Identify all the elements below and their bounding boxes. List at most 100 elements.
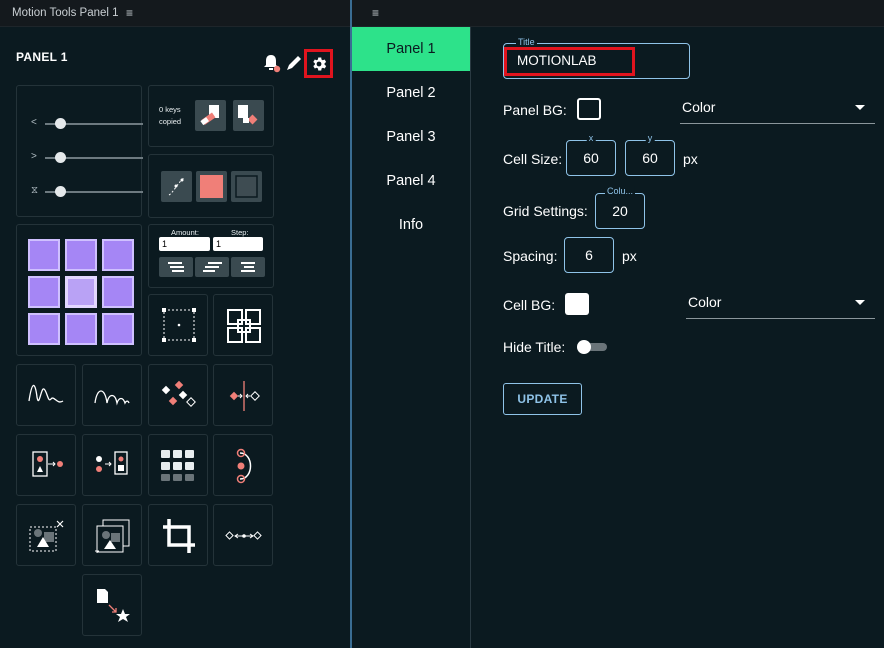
panel-title: PANEL 1 bbox=[16, 50, 68, 64]
cell-bg-select[interactable]: Color bbox=[686, 291, 875, 319]
title-input-value[interactable]: MOTIONLAB bbox=[517, 53, 597, 68]
cell-bg-select-value: Color bbox=[688, 294, 722, 310]
distribute-icon bbox=[225, 531, 262, 540]
nav-item-panel-4[interactable]: Panel 4 bbox=[352, 159, 470, 203]
slider-knob[interactable] bbox=[55, 152, 66, 163]
orbit-icon bbox=[236, 448, 252, 484]
grid-columns-input[interactable]: Colu... 20 bbox=[595, 186, 645, 229]
panel-bg-select[interactable]: Color bbox=[680, 96, 875, 124]
copy-keys-button[interactable] bbox=[195, 100, 226, 131]
grid-cell[interactable] bbox=[65, 239, 97, 271]
left-panel-tab[interactable]: Motion Tools Panel 1 ≡ bbox=[0, 0, 350, 27]
precompose-cell[interactable] bbox=[16, 504, 76, 566]
grid-cell[interactable] bbox=[102, 276, 134, 308]
ease-curve-button[interactable] bbox=[161, 171, 192, 202]
wiggle-cell[interactable] bbox=[16, 364, 76, 426]
orbit-cell[interactable] bbox=[213, 434, 273, 496]
grid-preview bbox=[28, 239, 134, 345]
duplicate-comp-icon bbox=[95, 519, 130, 553]
pencil-icon[interactable] bbox=[283, 52, 305, 74]
right-panel-tab[interactable]: ≡ bbox=[352, 0, 884, 27]
anchor-cell[interactable] bbox=[148, 294, 208, 356]
precompose-icon bbox=[29, 520, 64, 552]
grid-cell[interactable] bbox=[102, 239, 134, 271]
paste-keys-icon bbox=[238, 105, 258, 125]
nav-item-info[interactable]: Info bbox=[352, 203, 470, 247]
grid-cell[interactable] bbox=[102, 313, 134, 345]
chevron-down-icon bbox=[855, 300, 865, 305]
step-input[interactable]: 1 bbox=[213, 237, 263, 251]
chevron-down-icon bbox=[855, 105, 865, 110]
filled-square-icon bbox=[200, 175, 223, 198]
spacing-input[interactable]: 6 bbox=[564, 237, 614, 273]
align-skew-button[interactable] bbox=[195, 257, 229, 277]
sliders-cell[interactable]: < > ⧖ bbox=[16, 85, 143, 217]
crop-icon bbox=[163, 519, 195, 553]
gear-icon bbox=[312, 56, 326, 71]
grid-layout-cell[interactable] bbox=[148, 434, 208, 496]
align-left-button[interactable] bbox=[159, 257, 193, 277]
step-label: Step: bbox=[231, 228, 249, 237]
grid-preview-cell[interactable] bbox=[16, 224, 142, 356]
cell-bg-swatch[interactable] bbox=[565, 293, 589, 315]
paste-keys-button[interactable] bbox=[233, 100, 264, 131]
nav-item-panel-2[interactable]: Panel 2 bbox=[352, 71, 470, 115]
nav-item-panel-1[interactable]: Panel 1 bbox=[352, 27, 470, 71]
copy-keys-icon bbox=[200, 105, 219, 126]
crop-cell[interactable] bbox=[148, 504, 208, 566]
parent-layer-cell[interactable] bbox=[16, 434, 76, 496]
panel-bg-swatch[interactable] bbox=[577, 98, 601, 120]
grid-cell[interactable] bbox=[65, 313, 97, 345]
settings-gear-button[interactable] bbox=[304, 49, 333, 78]
spacing-label: Spacing: bbox=[503, 248, 558, 264]
slider-row-right[interactable]: > bbox=[31, 151, 143, 165]
spacing-unit: px bbox=[622, 248, 637, 264]
spacing-value: 6 bbox=[585, 247, 593, 263]
amount-input[interactable]: 1 bbox=[159, 237, 210, 251]
ease-curve-icon bbox=[168, 177, 185, 196]
cell-size-x-input[interactable]: x 60 bbox=[566, 133, 616, 176]
nav-item-panel-3[interactable]: Panel 3 bbox=[352, 115, 470, 159]
cell-size-x-label: x bbox=[586, 133, 596, 143]
grid-settings-label: Grid Settings: bbox=[503, 203, 588, 219]
grid-cell-center[interactable] bbox=[65, 276, 97, 308]
update-button[interactable]: UPDATE bbox=[503, 383, 582, 415]
title-field-label: Title bbox=[516, 37, 537, 47]
grid-cell[interactable] bbox=[28, 276, 60, 308]
bounce-icon bbox=[94, 390, 130, 406]
hide-title-label: Hide Title: bbox=[503, 339, 566, 355]
grid-cell[interactable] bbox=[28, 239, 60, 271]
child-layer-cell[interactable] bbox=[82, 434, 142, 496]
outline-square-button[interactable] bbox=[231, 171, 262, 202]
sequence-keys-cell[interactable] bbox=[213, 364, 273, 426]
amount-step-cell: Amount: Step: 1 1 bbox=[148, 224, 274, 288]
bounding-box-icon bbox=[162, 308, 196, 342]
grid-columns-value: 20 bbox=[612, 203, 628, 219]
right-tab-menu-icon[interactable]: ≡ bbox=[372, 6, 379, 20]
toggle-knob[interactable] bbox=[577, 340, 591, 354]
replace-layer-cell[interactable] bbox=[82, 574, 142, 636]
panel-bg-select-value: Color bbox=[682, 99, 716, 115]
child-link-icon bbox=[96, 451, 128, 475]
cell-size-y-value: 60 bbox=[642, 150, 658, 166]
grid-cell[interactable] bbox=[28, 313, 60, 345]
fill-square-button[interactable] bbox=[196, 171, 227, 202]
slider-row-hourglass[interactable]: ⧖ bbox=[31, 185, 143, 199]
slider-knob[interactable] bbox=[55, 186, 66, 197]
left-tab-menu-icon[interactable]: ≡ bbox=[126, 6, 133, 20]
left-tab-title: Motion Tools Panel 1 bbox=[12, 7, 119, 19]
grid-dots-icon bbox=[161, 450, 194, 481]
split-layers-cell[interactable] bbox=[213, 294, 273, 356]
scatter-keys-cell[interactable] bbox=[148, 364, 208, 426]
duplicate-comp-cell[interactable] bbox=[82, 504, 142, 566]
distribute-cell[interactable] bbox=[213, 504, 273, 566]
bell-icon[interactable] bbox=[260, 52, 282, 74]
cell-size-y-input[interactable]: y 60 bbox=[625, 133, 675, 176]
hide-title-toggle[interactable] bbox=[577, 340, 607, 354]
parent-link-icon bbox=[32, 451, 63, 477]
align-center-button[interactable] bbox=[231, 257, 265, 277]
bounce-cell[interactable] bbox=[82, 364, 142, 426]
slider-knob[interactable] bbox=[55, 118, 66, 129]
wiggle-icon bbox=[28, 384, 64, 403]
slider-row-left[interactable]: < bbox=[31, 117, 143, 131]
